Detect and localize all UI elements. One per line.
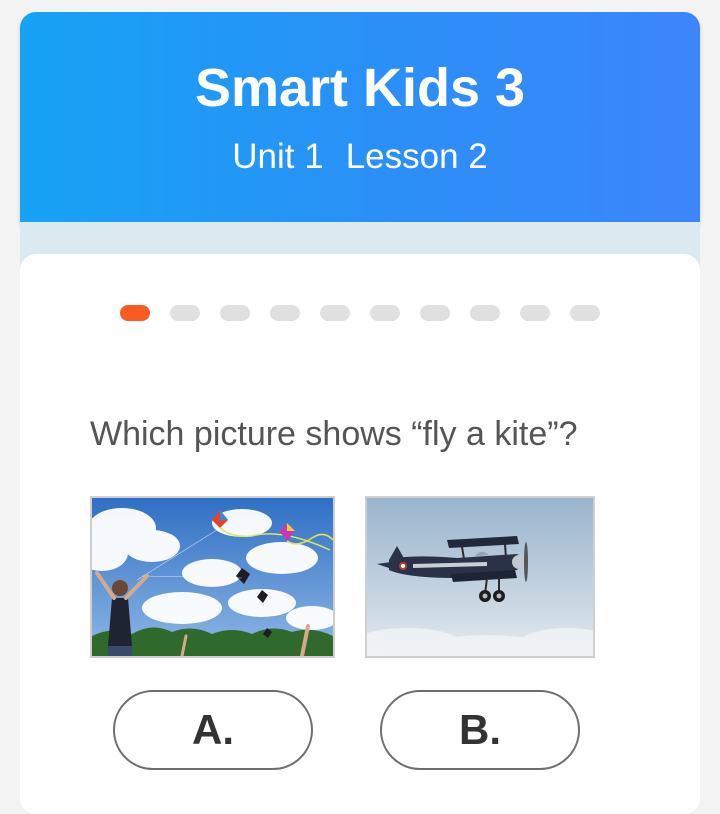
progress-dot-7 xyxy=(420,305,450,321)
progress-dot-9 xyxy=(520,305,550,321)
course-title: Smart Kids 3 xyxy=(194,58,526,118)
progress-dot-5 xyxy=(320,305,350,321)
unit-label: Unit 1 xyxy=(232,137,324,176)
lesson-label: Lesson 2 xyxy=(345,137,488,176)
progress-dot-2 xyxy=(170,305,200,321)
progress-dot-8 xyxy=(470,305,500,321)
progress-dot-10 xyxy=(570,305,600,321)
lesson-subtitle: Unit 1 Lesson 2 xyxy=(20,136,700,178)
progress-dot-1 xyxy=(120,305,150,321)
option-a-button[interactable]: A. xyxy=(113,690,313,770)
lesson-header: Smart Kids 3 Unit 1 Lesson 2 xyxy=(20,12,700,222)
progress-dot-3 xyxy=(220,305,250,321)
progress-dot-6 xyxy=(370,305,400,321)
option-b-image[interactable] xyxy=(365,496,595,658)
question-text: Which picture shows “fly a kite”? xyxy=(90,415,578,453)
question-card: Which picture shows “fly a kite”? A. B. xyxy=(20,254,700,814)
option-a-image[interactable] xyxy=(90,496,335,658)
progress-dot-4 xyxy=(270,305,300,321)
option-b-button[interactable]: B. xyxy=(380,690,580,770)
